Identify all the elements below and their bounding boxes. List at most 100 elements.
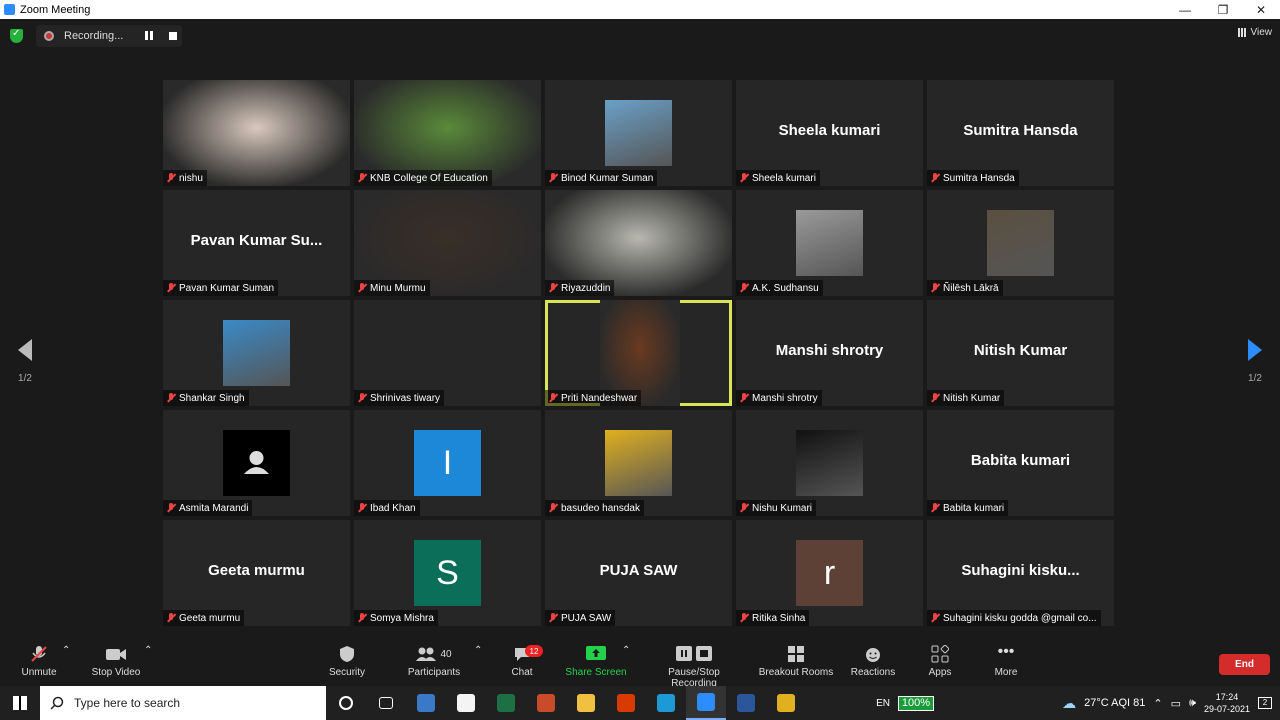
start-button[interactable] xyxy=(0,686,40,720)
pause-stop-recording-button[interactable]: Pause/Stop Recording xyxy=(644,645,744,689)
clock[interactable]: 17:24 29-07-2021 xyxy=(1204,691,1250,715)
system-tray: ☁ 27°C AQI 81 ⌃ ▭ 🕪 EN 100% 17:24 29-07-… xyxy=(876,686,1280,720)
breakout-rooms-button[interactable]: Breakout Rooms xyxy=(758,645,834,678)
muted-mic-icon xyxy=(930,613,940,623)
minimize-button[interactable]: — xyxy=(1166,0,1204,19)
participant-name-tag: Ñilēsh Lākrā xyxy=(927,280,1003,296)
video-options-caret-icon[interactable]: ⌃ xyxy=(144,645,152,656)
participant-display-name: Babita kumari xyxy=(970,452,1071,469)
apps-button[interactable]: Apps xyxy=(926,644,954,678)
participant-tile[interactable]: Binod Kumar Suman xyxy=(545,80,732,186)
view-button[interactable]: View xyxy=(1237,27,1273,38)
volume-icon[interactable]: 🕪 xyxy=(1189,697,1196,710)
stop-video-button[interactable]: Stop Video xyxy=(90,645,142,678)
participant-tile[interactable]: S Somya Mishra xyxy=(354,520,541,626)
participant-tile[interactable]: Pavan Kumar Su... Pavan Kumar Suman xyxy=(163,190,350,296)
muted-mic-icon xyxy=(739,503,749,513)
participant-name: Nitish Kumar xyxy=(943,392,1001,404)
participant-name-tag: Minu Murmu xyxy=(354,280,430,296)
view-label: View xyxy=(1250,27,1273,38)
network-icon[interactable]: ▭ xyxy=(1171,697,1181,710)
maximize-button[interactable]: ❐ xyxy=(1204,0,1242,19)
participant-name: Nishu Kumari xyxy=(752,502,813,514)
notifications-icon[interactable]: 2 xyxy=(1258,697,1272,709)
participant-tile[interactable]: Shankar Singh xyxy=(163,300,350,406)
title-bar: Zoom Meeting — ❐ ✕ xyxy=(0,0,1280,19)
muted-mic-icon xyxy=(739,283,749,293)
participant-tile[interactable]: Suhagini kisku... Suhagini kisku godda @g… xyxy=(927,520,1114,626)
taskbar-app[interactable] xyxy=(326,686,366,720)
participant-name: PUJA SAW xyxy=(561,612,612,624)
taskbar-app[interactable] xyxy=(766,686,806,720)
more-label: More xyxy=(994,667,1018,678)
taskbar-app[interactable] xyxy=(446,686,486,720)
stop-recording-icon[interactable] xyxy=(169,32,178,40)
participants-button[interactable]: 40 Participants xyxy=(405,645,463,678)
tray-chevron-icon[interactable]: ⌃ xyxy=(1153,697,1162,710)
security-button[interactable]: Security xyxy=(327,645,367,678)
participant-tile[interactable]: Minu Murmu xyxy=(354,190,541,296)
meeting-area: Recording... View 1/2 1/2 nishu KNB Colle… xyxy=(0,19,1280,639)
window-title: Zoom Meeting xyxy=(20,3,91,16)
battery-indicator[interactable]: 100% xyxy=(897,695,934,711)
participant-tile[interactable]: nishu xyxy=(163,80,350,186)
participant-tile[interactable]: Nitish Kumar Nitish Kumar xyxy=(927,300,1114,406)
participant-tile[interactable]: Riyazuddin xyxy=(545,190,732,296)
close-button[interactable]: ✕ xyxy=(1242,0,1280,19)
reactions-label: Reactions xyxy=(850,667,896,678)
taskbar-app[interactable] xyxy=(566,686,606,720)
taskbar-app[interactable] xyxy=(486,686,526,720)
video-camera-icon xyxy=(90,645,142,663)
participants-caret-icon[interactable]: ⌃ xyxy=(474,645,482,656)
taskbar-app[interactable] xyxy=(406,686,446,720)
muted-mic-icon xyxy=(739,173,749,183)
participant-tile[interactable]: Nishu Kumari xyxy=(736,410,923,516)
prev-page-button[interactable]: 1/2 xyxy=(10,339,40,384)
participant-tile[interactable]: Priti Nandeshwar xyxy=(545,300,732,406)
participant-tile[interactable]: PUJA SAW PUJA SAW xyxy=(545,520,732,626)
participant-tile[interactable]: Ñilēsh Lākrā xyxy=(927,190,1114,296)
participant-tile[interactable]: A.K. Sudhansu xyxy=(736,190,923,296)
taskbar-app[interactable] xyxy=(726,686,766,720)
taskbar-app[interactable] xyxy=(606,686,646,720)
clock-date: 29-07-2021 xyxy=(1203,704,1250,714)
unmute-button[interactable]: Unmute xyxy=(20,645,58,678)
participant-tile[interactable]: Sheela kumari Sheela kumari xyxy=(736,80,923,186)
pause-recording-icon[interactable] xyxy=(145,31,155,41)
more-button[interactable]: ••• More xyxy=(992,644,1020,679)
next-page-button[interactable]: 1/2 xyxy=(1240,339,1270,384)
share-screen-button[interactable]: Share Screen xyxy=(565,645,627,678)
muted-mic-icon xyxy=(166,173,176,183)
participant-name: Sumitra Hansda xyxy=(943,172,1015,184)
page-indicator-right: 1/2 xyxy=(1248,373,1262,384)
participant-tile[interactable]: Asmita Marandi xyxy=(163,410,350,516)
end-meeting-button[interactable]: End xyxy=(1219,654,1270,675)
audio-options-caret-icon[interactable]: ⌃ xyxy=(62,645,70,656)
participant-tile[interactable]: Babita kumari Babita kumari xyxy=(927,410,1114,516)
taskbar-app[interactable] xyxy=(646,686,686,720)
participant-tile[interactable]: Manshi shrotry Manshi shrotry xyxy=(736,300,923,406)
taskbar-app[interactable] xyxy=(366,686,406,720)
participant-tile[interactable]: KNB College Of Education xyxy=(354,80,541,186)
participant-name-tag: Manshi shrotry xyxy=(736,390,822,406)
taskbar-app[interactable] xyxy=(686,686,726,720)
participant-name-tag: basudeo hansdak xyxy=(545,500,644,516)
taskbar-app[interactable] xyxy=(526,686,566,720)
language-indicator[interactable]: EN xyxy=(876,698,890,709)
participant-tile[interactable]: r Ritika Sinha xyxy=(736,520,923,626)
apps-label: Apps xyxy=(928,667,952,678)
share-options-caret-icon[interactable]: ⌃ xyxy=(622,645,630,656)
participant-tile[interactable]: Shrinivas tiwary xyxy=(354,300,541,406)
muted-mic-icon xyxy=(930,173,940,183)
participant-tile[interactable]: Sumitra Hansda Sumitra Hansda xyxy=(927,80,1114,186)
taskbar-search-box[interactable]: Type here to search xyxy=(40,686,326,720)
encryption-shield-icon[interactable] xyxy=(10,28,23,43)
participant-tile[interactable]: basudeo hansdak xyxy=(545,410,732,516)
profile-photo xyxy=(605,430,672,496)
weather-text[interactable]: 27°C AQI 81 xyxy=(1084,697,1145,709)
participant-tile[interactable]: Geeta murmu Geeta murmu xyxy=(163,520,350,626)
participant-tile[interactable]: I Ibad Khan xyxy=(354,410,541,516)
participant-display-name: Pavan Kumar Su... xyxy=(190,232,323,249)
reactions-button[interactable]: Reactions xyxy=(850,645,896,678)
right-arrow-icon xyxy=(1248,339,1262,361)
